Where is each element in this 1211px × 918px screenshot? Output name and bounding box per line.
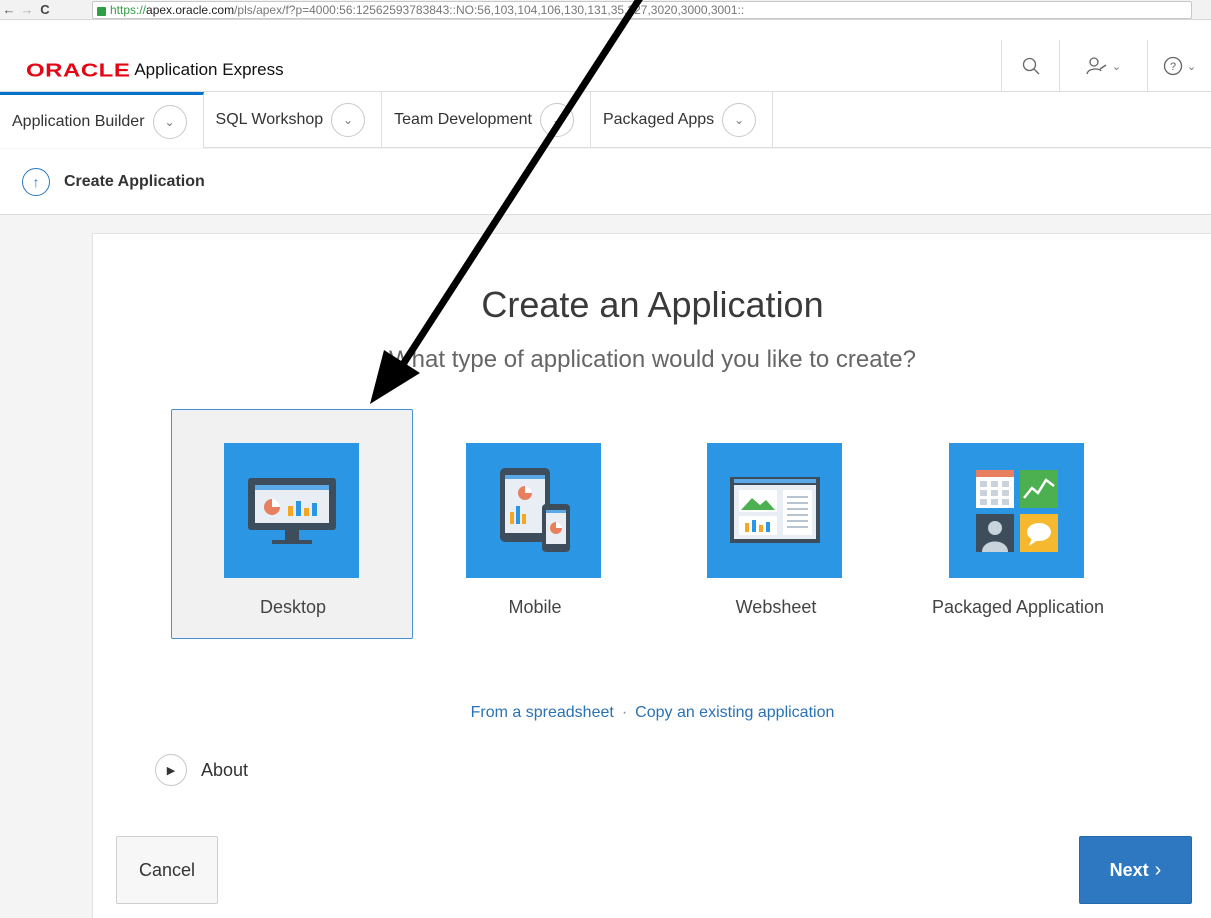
packaged-app-icon bbox=[949, 443, 1084, 578]
choice-packaged-application[interactable]: Packaged Application bbox=[896, 409, 1138, 639]
choice-label: Websheet bbox=[735, 597, 817, 617]
page-title: Create Application bbox=[64, 172, 205, 190]
reload-button[interactable]: C bbox=[36, 0, 54, 20]
chevron-down-icon[interactable]: ⌄ bbox=[331, 103, 366, 137]
tab-sql-workshop[interactable]: SQL Workshop ⌄ bbox=[204, 92, 383, 148]
url-path: /pls/apex/f?p=4000:56:12562593783843::NO… bbox=[234, 3, 745, 17]
cancel-button[interactable]: Cancel bbox=[116, 836, 218, 904]
from-spreadsheet-link[interactable]: From a spreadsheet bbox=[471, 704, 614, 721]
link-separator: · bbox=[621, 704, 628, 721]
up-arrow-icon[interactable]: ↑ bbox=[22, 167, 50, 196]
chevron-down-icon[interactable]: ⌄ bbox=[539, 103, 574, 137]
next-label: Next bbox=[1109, 859, 1149, 880]
wizard-subtitle: What type of application would you like … bbox=[389, 346, 916, 373]
search-button[interactable] bbox=[1001, 40, 1059, 92]
lock-icon bbox=[97, 6, 106, 16]
chevron-down-icon[interactable]: ⌄ bbox=[722, 103, 757, 137]
wizard-card: Create an Application What type of appli… bbox=[92, 233, 1211, 918]
main-tabs: Application Builder ⌄ SQL Workshop ⌄ Tea… bbox=[0, 92, 1211, 148]
choice-desktop[interactable]: Desktop bbox=[171, 409, 413, 639]
forward-button[interactable]: → bbox=[18, 0, 36, 20]
choice-label: Packaged Application bbox=[931, 597, 1105, 617]
url-scheme: https:// bbox=[110, 3, 147, 17]
product-name: Application Express bbox=[134, 60, 284, 79]
app-header: ORACLE Application Express ⌄ ? ⌄ bbox=[0, 20, 1211, 92]
svg-text:?: ? bbox=[1170, 61, 1176, 73]
oracle-logo[interactable]: ORACLE Application Express bbox=[26, 54, 284, 82]
address-bar[interactable]: https://apex.oracle.com/pls/apex/f?p=400… bbox=[92, 1, 1192, 19]
about-toggle[interactable]: ▶ About bbox=[155, 754, 248, 786]
tab-team-development[interactable]: Team Development ⌄ bbox=[382, 92, 591, 148]
back-button[interactable]: ← bbox=[0, 0, 18, 20]
chevron-down-icon[interactable]: ⌄ bbox=[152, 104, 187, 139]
expand-triangle-icon[interactable]: ▶ bbox=[155, 754, 187, 786]
choice-websheet[interactable]: Websheet bbox=[654, 409, 896, 639]
admin-menu-button[interactable]: ⌄ bbox=[1059, 40, 1147, 92]
url-host: apex.oracle.com bbox=[146, 3, 235, 17]
chevron-right-icon: › bbox=[1154, 858, 1162, 881]
chevron-down-icon: ⌄ bbox=[1111, 60, 1122, 73]
tab-application-builder[interactable]: Application Builder ⌄ bbox=[0, 92, 204, 148]
wizard-title: Create an Application bbox=[481, 284, 824, 325]
choice-label: Mobile bbox=[508, 597, 562, 617]
header-actions: ⌄ ? ⌄ bbox=[1001, 40, 1211, 92]
tab-label: Application Builder bbox=[12, 112, 145, 130]
breadcrumb: ↑ Create Application bbox=[0, 149, 1211, 215]
cancel-label: Cancel bbox=[138, 859, 196, 880]
admin-user-icon bbox=[1086, 57, 1107, 75]
search-icon bbox=[1022, 57, 1039, 75]
help-icon: ? bbox=[1163, 56, 1183, 76]
tab-label: SQL Workshop bbox=[215, 111, 324, 128]
tab-packaged-apps[interactable]: Packaged Apps ⌄ bbox=[591, 92, 774, 148]
brand-name: ORACLE bbox=[26, 60, 131, 82]
mobile-icon bbox=[466, 443, 601, 578]
tab-label: Packaged Apps bbox=[602, 111, 715, 128]
chevron-down-icon: ⌄ bbox=[1186, 60, 1197, 73]
tab-label: Team Development bbox=[394, 111, 532, 128]
choice-mobile[interactable]: Mobile bbox=[413, 409, 655, 639]
copy-application-link[interactable]: Copy an existing application bbox=[635, 704, 834, 721]
next-button[interactable]: Next › bbox=[1079, 836, 1192, 904]
websheet-icon bbox=[707, 443, 842, 578]
help-menu-button[interactable]: ? ⌄ bbox=[1147, 40, 1211, 92]
choice-label: Desktop bbox=[259, 597, 327, 617]
about-label: About bbox=[201, 759, 249, 780]
alternate-create-links: From a spreadsheet · Copy an existing appl… bbox=[93, 704, 1211, 722]
browser-toolbar: ← → C https://apex.oracle.com/pls/apex/f… bbox=[0, 0, 1211, 20]
desktop-icon bbox=[224, 443, 359, 578]
